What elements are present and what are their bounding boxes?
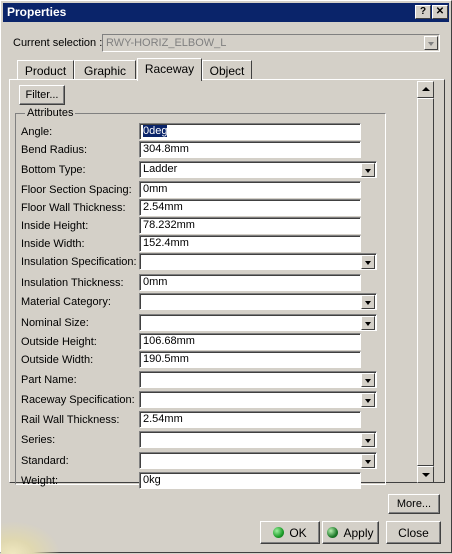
attribute-field[interactable]: 0deg: [139, 123, 361, 140]
dialog-title: Properties: [7, 5, 67, 19]
close-button[interactable]: Close: [386, 521, 441, 544]
green-light-icon: [273, 527, 285, 538]
attribute-value: 2.54mm: [143, 201, 183, 213]
apply-button[interactable]: Apply: [322, 521, 379, 544]
more-button[interactable]: More...: [388, 494, 440, 514]
attribute-label: Material Category:: [21, 296, 111, 308]
tab-raceway[interactable]: Raceway: [137, 58, 202, 81]
filter-button[interactable]: Filter...: [19, 85, 65, 105]
attribute-field[interactable]: 78.232mm: [139, 217, 361, 234]
chevron-down-icon[interactable]: [361, 373, 375, 387]
chevron-down-icon[interactable]: [361, 316, 375, 330]
attribute-combo[interactable]: [139, 253, 377, 270]
scroll-thumb[interactable]: [417, 98, 434, 466]
corner-decoration: [1, 521, 61, 554]
help-button[interactable]: ?: [415, 5, 431, 19]
attribute-field[interactable]: 2.54mm: [139, 199, 361, 216]
attribute-label: Outside Height:: [21, 336, 97, 348]
chevron-down-icon[interactable]: [361, 393, 375, 407]
attribute-label: Floor Section Spacing:: [21, 184, 132, 196]
attribute-value: 106.68mm: [143, 335, 195, 347]
apply-button-label: Apply: [343, 526, 374, 540]
attribute-label: Outside Width:: [21, 354, 94, 366]
chevron-down-icon[interactable]: [361, 433, 375, 447]
current-selection-combo: RWY-HORIZ_ELBOW_L: [102, 34, 440, 52]
attribute-label: Floor Wall Thickness:: [21, 202, 126, 214]
attribute-label: Raceway Specification:: [21, 394, 135, 406]
attribute-value: 190.5mm: [143, 353, 189, 365]
attribute-label: Weight:: [21, 475, 59, 487]
attribute-label: Part Name:: [21, 374, 77, 386]
attribute-label: Series:: [21, 434, 56, 446]
attribute-combo[interactable]: Ladder: [139, 161, 377, 178]
attribute-value: 152.4mm: [143, 237, 189, 249]
attribute-label: Standard:: [21, 455, 69, 467]
attribute-combo[interactable]: [139, 391, 377, 408]
attribute-label: Bottom Type:: [21, 164, 86, 176]
attribute-label: Inside Height:: [21, 220, 89, 232]
tab-product[interactable]: Product: [17, 60, 74, 80]
close-window-button[interactable]: ✕: [432, 5, 448, 19]
chevron-down-icon[interactable]: [361, 295, 375, 309]
attribute-combo[interactable]: [139, 293, 377, 310]
tab-graphic[interactable]: Graphic: [74, 60, 136, 80]
attribute-value: 304.8mm: [143, 143, 189, 155]
current-selection-label: Current selection :: [13, 37, 103, 49]
attribute-combo[interactable]: [139, 371, 377, 388]
attribute-field[interactable]: 0mm: [139, 181, 361, 198]
attribute-value: Ladder: [143, 163, 178, 175]
attribute-label: Insulation Thickness:: [21, 277, 124, 289]
attribute-value: 0deg: [143, 125, 168, 137]
attribute-value: 0kg: [143, 474, 161, 486]
attribute-field[interactable]: 190.5mm: [139, 351, 361, 368]
chevron-down-icon[interactable]: [361, 163, 375, 177]
current-selection-value: RWY-HORIZ_ELBOW_L: [106, 37, 227, 49]
attribute-label: Bend Radius:: [21, 144, 88, 156]
attribute-field[interactable]: 0kg: [139, 472, 361, 489]
attribute-field[interactable]: 304.8mm: [139, 141, 361, 158]
vertical-scrollbar[interactable]: [417, 81, 434, 483]
attribute-field[interactable]: 106.68mm: [139, 333, 361, 350]
chevron-down-icon: [424, 36, 438, 50]
scroll-up-button[interactable]: [417, 81, 434, 98]
attributes-legend: Attributes: [25, 107, 76, 119]
apply-light-icon: [327, 527, 339, 538]
attribute-field[interactable]: 152.4mm: [139, 235, 361, 252]
title-bar[interactable]: Properties: [3, 3, 449, 22]
attribute-combo[interactable]: [139, 314, 377, 331]
properties-dialog: Properties ? ✕ Current selection : RWY-H…: [0, 0, 452, 554]
scroll-down-button[interactable]: [417, 466, 434, 483]
attribute-label: Insulation Specification:: [21, 256, 137, 268]
attribute-field[interactable]: 2.54mm: [139, 411, 361, 428]
attribute-value: 78.232mm: [143, 219, 195, 231]
ok-button[interactable]: OK: [260, 521, 320, 544]
attribute-combo[interactable]: [139, 431, 377, 448]
attribute-combo[interactable]: [139, 452, 377, 469]
chevron-down-icon[interactable]: [361, 454, 375, 468]
attribute-value: 0mm: [143, 183, 168, 195]
tab-object[interactable]: Object: [202, 60, 252, 80]
attribute-value: 0mm: [143, 276, 168, 288]
attribute-label: Nominal Size:: [21, 317, 89, 329]
attribute-label: Inside Width:: [21, 238, 85, 250]
attribute-label: Angle:: [21, 126, 53, 138]
ok-button-label: OK: [289, 526, 307, 540]
attribute-label: Rail Wall Thickness:: [21, 414, 120, 426]
attribute-field[interactable]: 0mm: [139, 274, 361, 291]
chevron-down-icon[interactable]: [361, 255, 375, 269]
attribute-value: 2.54mm: [143, 413, 183, 425]
